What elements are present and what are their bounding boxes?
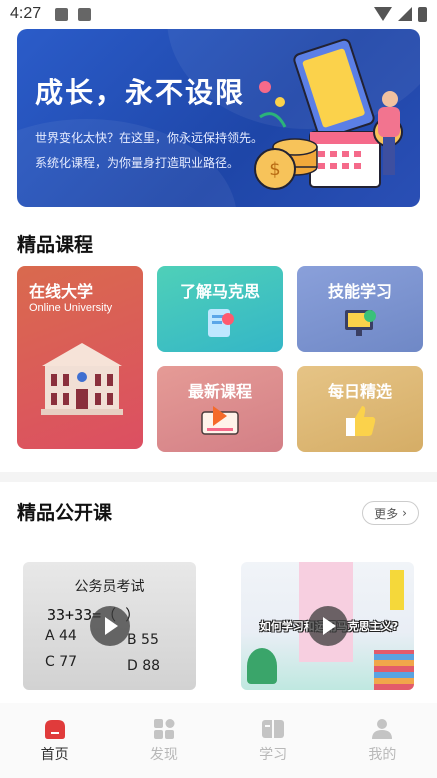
status-time: 4:27 [10,5,42,22]
video1-heading: 公务员考试 [74,579,145,595]
image-notification-icon [55,7,69,21]
online-university-card[interactable]: 在线大学 Online University [17,266,143,449]
skills-learning-card[interactable]: 技能学习 [297,266,423,352]
latest-courses-label: 最新课程 [187,382,252,401]
video2-books [374,650,414,690]
tab-discover-label: 发现 [149,746,178,763]
more-label: 更多 [374,506,399,521]
courses-section-title: 精品课程 [17,234,94,256]
tab-home-label: 首页 [40,746,69,763]
svg-text:$: $ [269,159,280,180]
online-university-label: 在线大学 [29,282,94,301]
video2-lamp [390,570,404,610]
tab-discover[interactable]: 发现 [109,703,218,778]
document-icon [208,309,234,337]
tab-study-label: 学习 [259,746,288,763]
bottom-tab-bar: 首页 发现 学习 我的 [0,703,437,778]
banner-title: 成长，永不设限 [35,76,246,109]
home-icon [44,719,65,739]
discover-icon [153,718,175,739]
wifi-icon [374,7,392,21]
video-card-marxism[interactable]: 如何学习和运用马克思主义? [241,562,414,690]
video-card-exam[interactable]: 公务员考试 33+33=（ ） A 44 B 55 C 77 D 88 [23,562,196,690]
signal-icon [398,7,412,21]
video1-option-c: C 77 [45,654,78,670]
latest-courses-card[interactable]: 最新课程 [157,366,283,452]
play-icon[interactable] [307,606,348,646]
chevron-right-icon: › [402,506,407,520]
banner-line-1: 世界变化太快？在这里，你永远保持领先。 [35,131,264,145]
thumbs-up-icon [346,406,376,436]
video1-option-a: A 44 [45,628,77,644]
video2-plant [247,648,277,684]
monitor-icon [345,310,376,336]
daily-picks-card[interactable]: 每日精选 [297,366,423,452]
online-university-sublabel: Online University [29,302,113,314]
video-player-icon [201,406,239,435]
banner-illustration: $ [254,38,403,190]
book-icon [262,719,285,738]
tab-home[interactable]: 首页 [0,703,109,778]
more-button[interactable]: 更多 › [362,501,419,525]
learn-marx-card[interactable]: 了解马克思 [157,266,283,352]
open-courses-section-title: 精品公开课 [17,502,113,524]
university-building-icon [41,343,123,415]
user-icon [372,718,393,739]
video1-option-d: D 88 [127,658,161,674]
video1-option-b: B 55 [127,632,159,648]
play-icon[interactable] [89,606,130,646]
tab-me[interactable]: 我的 [328,703,437,778]
status-bar: 4:27 [0,0,437,28]
hero-banner[interactable]: 成长，永不设限 世界变化太快？在这里，你永远保持领先。 系统化课程，为你量身打造… [17,29,420,207]
section-divider [0,472,437,482]
tab-study[interactable]: 学习 [219,703,328,778]
battery-icon [418,6,427,22]
banner-line-2: 系统化课程，为你量身打造职业路径。 [35,156,240,170]
daily-picks-label: 每日精选 [327,382,392,401]
learn-marx-label: 了解马克思 [179,282,260,301]
tab-me-label: 我的 [368,746,397,763]
skills-learning-label: 技能学习 [327,282,392,301]
app-notification-icon [78,7,92,21]
